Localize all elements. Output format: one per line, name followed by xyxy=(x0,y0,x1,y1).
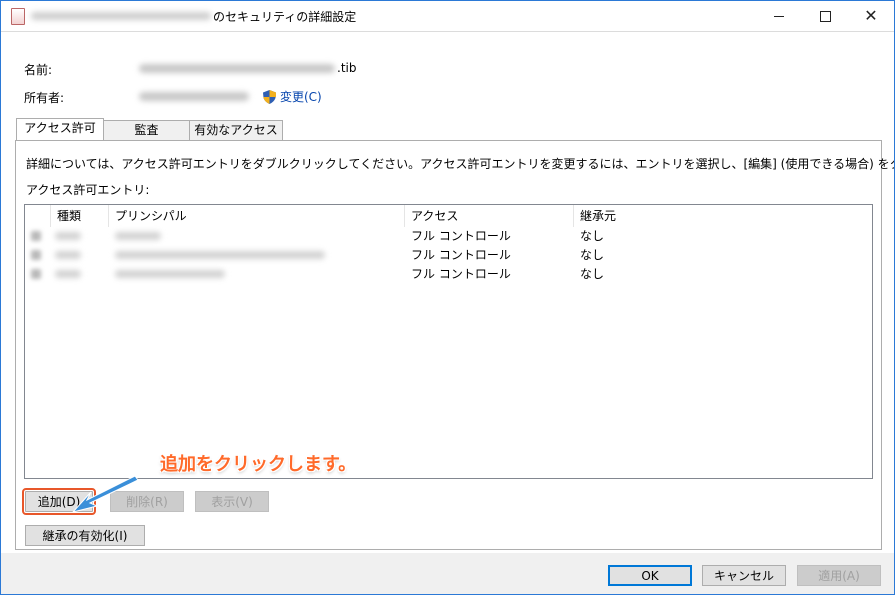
name-label: 名前: xyxy=(24,63,53,77)
table-row[interactable]: フル コントロール なし xyxy=(25,246,872,265)
inherited-cell: なし xyxy=(580,229,605,243)
owner-value-blurred xyxy=(139,92,249,101)
maximize-icon xyxy=(819,10,831,22)
access-cell: フル コントロール xyxy=(411,229,511,243)
column-header-inherited-from[interactable]: 継承元 xyxy=(574,205,872,227)
cancel-button[interactable]: キャンセル xyxy=(702,565,786,586)
principal-blurred xyxy=(115,251,325,259)
tab-auditing[interactable]: 監査 xyxy=(102,120,191,140)
change-owner-link[interactable]: 変更(C) xyxy=(263,88,322,105)
minimize-button[interactable] xyxy=(756,1,802,31)
close-icon: ✕ xyxy=(864,6,878,25)
column-header-principal[interactable]: プリンシパル xyxy=(109,205,405,227)
access-cell: フル コントロール xyxy=(411,248,511,262)
close-button[interactable]: ✕ xyxy=(848,1,894,31)
advanced-security-window: のセキュリティの詳細設定 ✕ 名前: .tib 所有者: 変更(C) アクセス許… xyxy=(0,0,895,595)
inherited-cell: なし xyxy=(580,248,605,262)
permission-entries-label: アクセス許可エントリ: xyxy=(26,183,150,197)
maximize-button[interactable] xyxy=(802,1,848,31)
permissions-panel: 詳細については、アクセス許可エントリをダブルクリックしてください。アクセス許可エ… xyxy=(15,140,894,550)
list-header: 種類 プリンシパル アクセス 継承元 xyxy=(25,205,872,227)
enable-inheritance-button[interactable]: 継承の有効化(I) xyxy=(25,525,145,546)
uac-shield-icon xyxy=(263,89,276,104)
type-blurred xyxy=(55,232,81,240)
dialog-content: 名前: .tib 所有者: 変更(C) アクセス許可 監査 有効なアクセス 詳細… xyxy=(1,32,894,594)
owner-label: 所有者: xyxy=(24,91,65,105)
apply-button[interactable]: 適用(A) xyxy=(797,565,881,586)
table-row[interactable]: フル コントロール なし xyxy=(25,227,872,246)
tab-permissions[interactable]: アクセス許可 xyxy=(16,118,104,140)
user-icon xyxy=(31,231,41,241)
column-header-type[interactable]: 種類 xyxy=(51,205,109,227)
column-header-icon[interactable] xyxy=(25,205,51,227)
dialog-footer: OK キャンセル 適用(A) xyxy=(1,553,894,594)
access-cell: フル コントロール xyxy=(411,267,511,281)
user-icon xyxy=(31,250,41,260)
title-bar[interactable]: のセキュリティの詳細設定 ✕ xyxy=(1,1,894,32)
principal-blurred xyxy=(115,270,225,278)
ok-button[interactable]: OK xyxy=(608,565,692,586)
type-blurred xyxy=(55,270,81,278)
inherited-cell: なし xyxy=(580,267,605,281)
table-row[interactable]: フル コントロール なし xyxy=(25,265,872,284)
minimize-icon xyxy=(774,15,784,17)
change-owner-label: 変更(C) xyxy=(280,90,322,104)
annotation-arrow-icon xyxy=(71,475,139,513)
file-icon xyxy=(11,8,25,25)
permission-entries-list[interactable]: 種類 プリンシパル アクセス 継承元 フル コントロール なし フル コントロー… xyxy=(24,204,873,479)
type-blurred xyxy=(55,251,81,259)
title-blurred-filename xyxy=(31,12,211,20)
window-title: のセキュリティの詳細設定 xyxy=(213,10,357,24)
name-value-suffix: .tib xyxy=(337,61,357,75)
instructions-text: 詳細については、アクセス許可エントリをダブルクリックしてください。アクセス許可エ… xyxy=(26,157,895,171)
view-button[interactable]: 表示(V) xyxy=(195,491,269,512)
column-header-access[interactable]: アクセス xyxy=(405,205,574,227)
annotation-callout: 追加をクリックします。 xyxy=(160,454,357,475)
name-value-blurred xyxy=(139,64,335,73)
tab-effective-access[interactable]: 有効なアクセス xyxy=(189,120,283,140)
user-icon xyxy=(31,269,41,279)
principal-blurred xyxy=(115,232,161,240)
